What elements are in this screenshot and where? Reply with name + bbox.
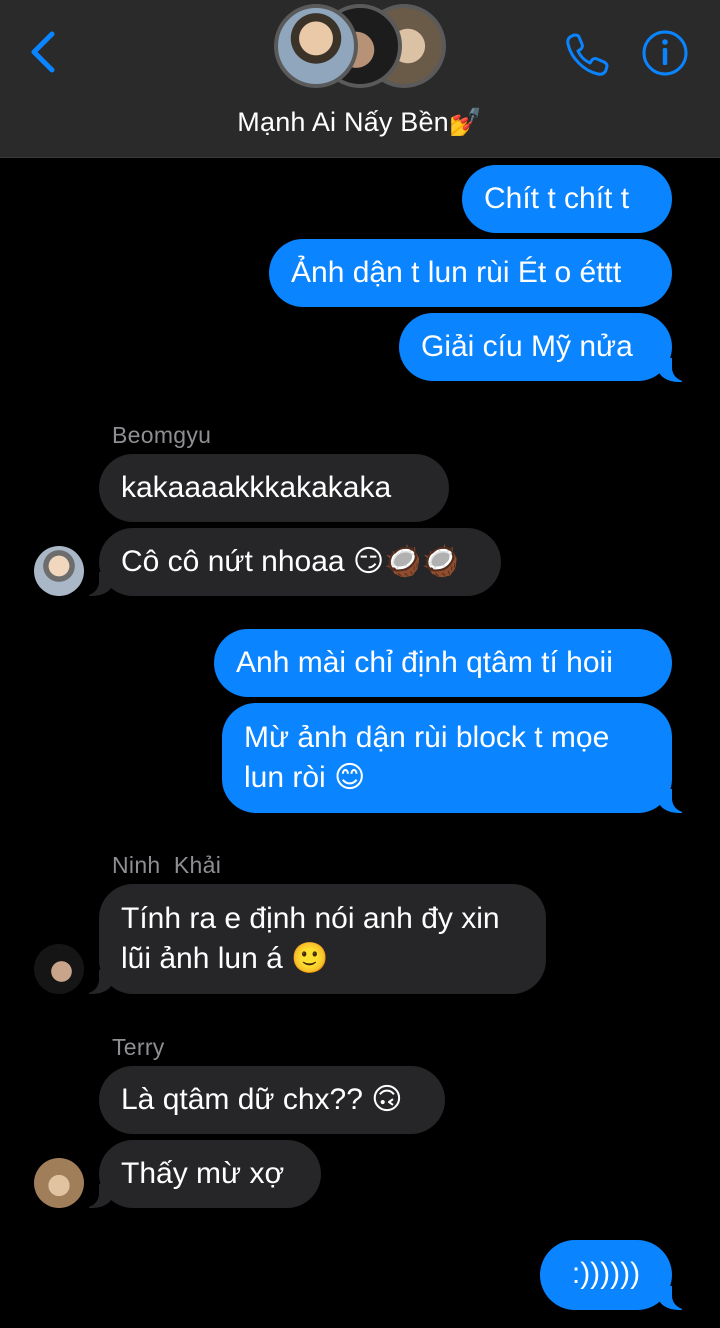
member-avatar [274,4,358,88]
message-text: Thấy mừ xợ [121,1157,285,1190]
bubble-tail [77,1178,113,1208]
sender-name: Beomgyu [112,422,212,448]
group-avatar[interactable] [274,4,446,90]
phone-icon [566,33,609,76]
message-bubble-outgoing[interactable]: Chít t chít t [462,165,672,233]
chat-header: Mạnh Ai Nấy Bền💅 [0,0,720,158]
message-bubble-outgoing[interactable]: Mừ ảnh dận rùi block t mọe lun ròi 😊 [222,703,672,813]
message-bubble-incoming[interactable]: Tính ra e định nói anh đy xin lũi ảnh lu… [99,884,546,994]
bubble-tail [658,1280,694,1310]
message-bubble-incoming[interactable]: kakaaaakkkakakaka [99,454,449,522]
message-bubble-outgoing[interactable]: Giải cíu Mỹ nửa [399,313,672,381]
message-text: Chít t chít t [484,182,630,215]
back-button[interactable] [22,28,66,76]
bubble-tail [658,783,694,813]
sender-name: Terry [112,1034,165,1060]
info-button[interactable] [640,28,690,78]
message-text: :)))))) [571,1257,641,1290]
message-bubble-incoming[interactable]: Cô cô nứt nhoaa 😏🥥🥥 [99,528,501,596]
sender-name: Ninh Khải [112,852,222,878]
message-text: Tính ra e định nói anh đy xin lũi ảnh lu… [121,902,500,975]
message-bubble-outgoing[interactable]: Anh mài chỉ định qtâm tí hoii [214,629,672,697]
message-bubble-incoming[interactable]: Thấy mừ xợ [99,1140,321,1208]
message-text: Ảnh dận t lun rùi Ét o éttt [291,256,622,289]
message-text: Cô cô nứt nhoaa 😏🥥🥥 [121,545,459,578]
message-text: Anh mài chỉ định qtâm tí hoii [236,646,613,679]
bubble-tail [658,352,694,382]
message-bubble-incoming[interactable]: Là qtâm dữ chx?? 🙃 [99,1066,445,1134]
avatar[interactable] [34,1158,84,1208]
call-button[interactable] [562,30,612,80]
chevron-left-icon [31,31,55,73]
message-text: Mừ ảnh dận rùi block t mọe lun ròi 😊 [244,721,610,794]
avatar[interactable] [34,546,84,596]
chat-title[interactable]: Mạnh Ai Nấy Bền💅 [0,106,720,138]
message-bubble-outgoing[interactable]: :)))))) [540,1240,672,1310]
bubble-tail [77,566,113,596]
info-icon [642,30,688,76]
message-text: Giải cíu Mỹ nửa [421,330,633,363]
message-text: kakaaaakkkakakaka [121,471,392,504]
avatar[interactable] [34,944,84,994]
bubble-tail [77,964,113,994]
message-text: Là qtâm dữ chx?? 🙃 [121,1083,403,1116]
message-bubble-outgoing[interactable]: Ảnh dận t lun rùi Ét o éttt [269,239,672,307]
